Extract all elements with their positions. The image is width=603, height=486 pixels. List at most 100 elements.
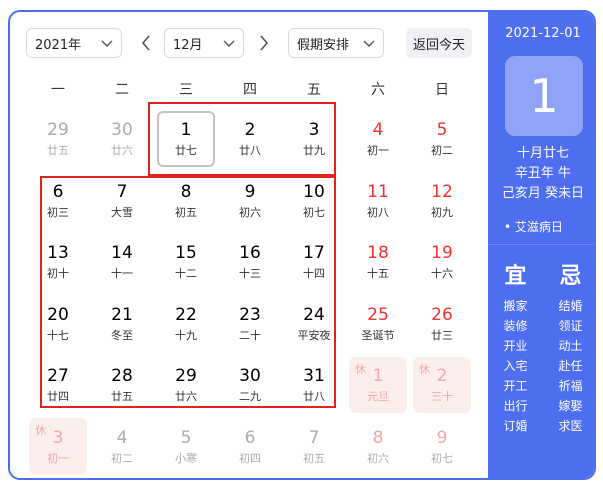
- lunar-label: 廿六: [175, 390, 197, 404]
- day-cell[interactable]: 13 初十: [26, 231, 90, 293]
- day-cell[interactable]: 休 2 三十: [410, 354, 474, 416]
- day-cell[interactable]: 7 初五: [282, 416, 346, 478]
- calendar-widget: 2021年 12月 假期安排 返回今天 一二三四五六日 29 廿五 30 廿六 1 廿七 2…: [8, 10, 596, 480]
- day-cell[interactable]: 15 十二: [154, 231, 218, 293]
- year-select[interactable]: 2021年: [26, 28, 122, 58]
- lunar-label: 元旦: [367, 390, 389, 404]
- day-cell[interactable]: 11 初八: [346, 170, 410, 232]
- day-cell-inner: 12 初九: [413, 172, 471, 228]
- day-number: 9: [244, 181, 256, 202]
- year-select-value: 2021年: [35, 37, 82, 53]
- weekday-label: 日: [435, 82, 449, 98]
- lunar-label: 廿八: [303, 390, 325, 404]
- day-cell-inner: 5 小寒: [157, 418, 215, 474]
- day-cell[interactable]: 8 初六: [346, 416, 410, 478]
- day-number: 2: [436, 366, 448, 387]
- day-number: 12: [431, 181, 453, 202]
- holiday-select[interactable]: 假期安排: [288, 28, 384, 58]
- day-cell[interactable]: 21 冬至: [90, 293, 154, 355]
- festival-link[interactable]: • 艾滋病日: [504, 218, 563, 235]
- day-cell-inner: 16 十三: [221, 234, 279, 290]
- day-cell[interactable]: 16 十三: [218, 231, 282, 293]
- day-cell[interactable]: 9 初七: [410, 416, 474, 478]
- day-cell[interactable]: 3 廿九: [282, 108, 346, 170]
- lunar-label: 初四: [239, 451, 261, 465]
- day-cell-inner: 31 廿八: [285, 357, 343, 413]
- day-cell[interactable]: 4 初二: [90, 416, 154, 478]
- day-cell-inner: 26 廿三: [413, 295, 471, 351]
- lunar-label: 廿五: [111, 390, 133, 404]
- day-cell[interactable]: 19 十六: [410, 231, 474, 293]
- day-cell[interactable]: 6 初三: [26, 170, 90, 232]
- day-cell[interactable]: 18 十五: [346, 231, 410, 293]
- day-number: 27: [47, 366, 69, 387]
- weekday-label: 四: [243, 82, 257, 98]
- day-number: 2: [244, 120, 256, 141]
- day-cell-inner: 2 廿八: [221, 111, 279, 167]
- day-cell[interactable]: 8 初五: [154, 170, 218, 232]
- day-cell[interactable]: 休 1 元旦: [346, 354, 410, 416]
- day-cell-inner: 21 冬至: [93, 295, 151, 351]
- yi-column: 宜 搬家 装修 开业 入宅 开工 出行 订婚: [503, 258, 527, 436]
- day-cell[interactable]: 25 圣诞节: [346, 293, 410, 355]
- day-cell[interactable]: 6 初四: [218, 416, 282, 478]
- day-cell-inner: 6 初三: [29, 172, 87, 228]
- day-cell-inner: 30 二九: [221, 357, 279, 413]
- day-cell-inner: 17 十四: [285, 234, 343, 290]
- day-cell[interactable]: 2 廿八: [218, 108, 282, 170]
- ji-item: 赴任: [558, 359, 583, 373]
- day-cell[interactable]: 29 廿六: [154, 354, 218, 416]
- lunar-label: 初十: [47, 267, 69, 281]
- weekday-label: 三: [179, 82, 193, 98]
- day-cell[interactable]: 30 廿六: [90, 108, 154, 170]
- day-cell-inner: 休 2 三十: [413, 356, 471, 413]
- day-cell[interactable]: 12 初九: [410, 170, 474, 232]
- day-cell-inner: 休 3 初一: [29, 418, 87, 475]
- back-to-today-button[interactable]: 返回今天: [406, 28, 472, 58]
- day-cell[interactable]: 休 3 初一: [26, 416, 90, 478]
- ji-item: 祈福: [558, 379, 583, 393]
- day-cell[interactable]: 9 初六: [218, 170, 282, 232]
- day-number: 22: [175, 304, 197, 325]
- day-cell[interactable]: 24 平安夜: [282, 293, 346, 355]
- day-cell[interactable]: 17 十四: [282, 231, 346, 293]
- next-month-button[interactable]: [254, 32, 274, 54]
- month-select[interactable]: 12月: [164, 28, 244, 58]
- lunar-label: 初二: [431, 144, 453, 158]
- day-number: 3: [52, 427, 64, 448]
- day-number: 24: [303, 304, 325, 325]
- day-cell[interactable]: 5 小寒: [154, 416, 218, 478]
- prev-month-button[interactable]: [136, 32, 156, 54]
- day-cell[interactable]: 10 初七: [282, 170, 346, 232]
- day-cell[interactable]: 29 廿五: [26, 108, 90, 170]
- day-cell[interactable]: 14 十一: [90, 231, 154, 293]
- day-cell[interactable]: 20 十七: [26, 293, 90, 355]
- day-number: 5: [436, 120, 448, 141]
- day-cell[interactable]: 7 大雪: [90, 170, 154, 232]
- chevron-down-icon: [363, 40, 375, 47]
- lunar-label: 廿四: [47, 390, 69, 404]
- day-cell[interactable]: 26 廿三: [410, 293, 474, 355]
- day-number: 16: [239, 243, 261, 264]
- yi-item: 出行: [503, 399, 528, 413]
- day-cell[interactable]: 22 十九: [154, 293, 218, 355]
- day-cell[interactable]: 23 二十: [218, 293, 282, 355]
- lunar-label: 廿九: [303, 144, 325, 158]
- ji-heading: 忌: [559, 264, 582, 289]
- day-number: 18: [367, 243, 389, 264]
- lunar-label: 十六: [431, 267, 453, 281]
- lunar-label: 冬至: [111, 328, 133, 342]
- day-cell[interactable]: 4 初一: [346, 108, 410, 170]
- yi-item: 订婚: [503, 419, 528, 433]
- day-number: 9: [436, 427, 448, 448]
- day-cell[interactable]: 1 廿七: [154, 108, 218, 170]
- day-cell[interactable]: 28 廿五: [90, 354, 154, 416]
- day-cell[interactable]: 31 廿八: [282, 354, 346, 416]
- lunar-label: 初三: [47, 205, 69, 219]
- day-cell[interactable]: 27 廿四: [26, 354, 90, 416]
- ji-item: 嫁娶: [558, 399, 583, 413]
- day-cell[interactable]: 30 二九: [218, 354, 282, 416]
- day-cell-inner: 9 初六: [221, 172, 279, 228]
- day-number: 19: [431, 243, 453, 264]
- day-cell[interactable]: 5 初二: [410, 108, 474, 170]
